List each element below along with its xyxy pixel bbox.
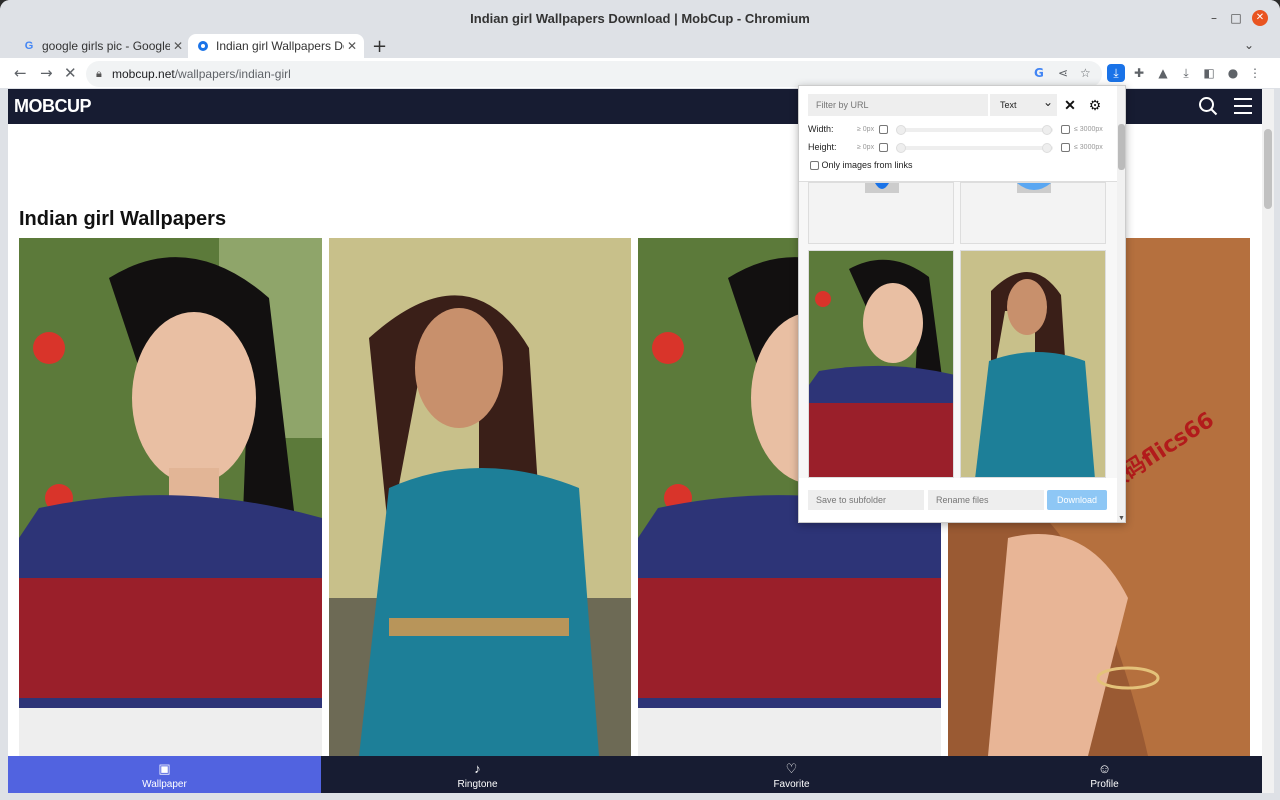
height-min-checkbox[interactable] xyxy=(879,143,888,152)
height-max-label: ≤ 3000px xyxy=(1074,144,1103,151)
user-icon: ☺ xyxy=(1097,761,1112,776)
download-button[interactable]: Download xyxy=(1047,490,1107,510)
width-max-checkbox[interactable] xyxy=(1061,125,1070,134)
height-min-label: ≥ 0px xyxy=(857,144,875,151)
height-label: Height: xyxy=(808,142,837,152)
mobcup-favicon-icon xyxy=(196,39,210,53)
back-icon[interactable]: ← xyxy=(14,64,27,82)
title-bar: Indian girl Wallpapers Download | MobCup… xyxy=(0,0,1280,36)
heart-icon: ♡ xyxy=(785,761,798,776)
image-downloader-extension-icon[interactable]: ⤓ xyxy=(1107,64,1125,82)
side-panel-icon[interactable]: ◧ xyxy=(1200,64,1218,82)
share-icon[interactable]: ⋖ xyxy=(1058,66,1068,80)
extensions-puzzle-icon[interactable]: ✚ xyxy=(1130,64,1148,82)
google-icon: G xyxy=(24,40,34,52)
site-logo[interactable]: MOBCUP xyxy=(14,96,92,117)
hamburger-menu-icon[interactable] xyxy=(1234,98,1252,114)
width-min-handle[interactable] xyxy=(896,125,906,135)
music-note-icon: ♪ xyxy=(474,761,481,776)
lock-icon: 🔒︎ xyxy=(96,67,102,80)
bookmark-star-icon[interactable]: ☆ xyxy=(1080,66,1091,80)
rename-files-input[interactable]: Rename files xyxy=(928,490,1044,510)
height-max-handle[interactable] xyxy=(1042,143,1052,153)
tab-google-search[interactable]: G google girls pic - Google S ✕ xyxy=(14,34,190,58)
width-label: Width: xyxy=(808,124,834,134)
forward-icon[interactable]: → xyxy=(40,64,53,82)
gear-icon[interactable]: ⚙ xyxy=(1086,94,1104,116)
width-min-label: ≥ 0px xyxy=(857,126,875,133)
image-card[interactable] xyxy=(808,250,954,478)
image-card[interactable] xyxy=(960,182,1106,244)
image-card[interactable] xyxy=(808,182,954,244)
filter-mode-select[interactable]: Text xyxy=(990,91,1057,116)
image-icon: ▣ xyxy=(158,761,171,776)
width-slider[interactable] xyxy=(896,125,1053,135)
tab-label: Indian girl Wallpapers Do xyxy=(216,39,344,53)
image-downloader-popup: Text ✕ ⚙ Width: ≥ 0px ≤ 3000px Height: ≥… xyxy=(798,85,1126,523)
nav-favorite[interactable]: ♡ Favorite xyxy=(635,756,948,793)
scroll-down-icon[interactable]: ▼ xyxy=(1117,515,1125,522)
menu-kebab-icon[interactable]: ⋮ xyxy=(1246,64,1264,82)
browser-window: Indian girl Wallpapers Download | MobCup… xyxy=(0,0,1280,800)
wallpaper-thumbnail[interactable] xyxy=(329,238,631,756)
popup-footer: Save to subfolder Rename files Download xyxy=(799,478,1117,522)
height-slider[interactable] xyxy=(896,143,1053,153)
width-max-handle[interactable] xyxy=(1042,125,1052,135)
width-max-label: ≤ 3000px xyxy=(1074,126,1103,133)
only-links-option[interactable]: Only images from links xyxy=(810,160,913,171)
new-tab-icon[interactable]: + xyxy=(372,36,387,57)
close-icon[interactable]: ✕ xyxy=(1252,10,1268,26)
only-links-checkbox[interactable] xyxy=(810,161,819,171)
browser-toolbar: ← → ✕ 🔒︎ mobcup.net/wallpapers/indian-gi… xyxy=(0,58,1280,88)
wallpaper-thumbnail[interactable] xyxy=(19,238,322,756)
stop-loading-icon[interactable]: ✕ xyxy=(64,64,77,82)
nav-ringtone[interactable]: ♪ Ringtone xyxy=(321,756,634,793)
filter-url-input[interactable] xyxy=(808,94,988,116)
profile-avatar-icon[interactable]: ● xyxy=(1224,64,1242,82)
flask-icon[interactable]: ▲ xyxy=(1154,64,1172,82)
popup-scrollbar-thumb[interactable] xyxy=(1118,124,1125,170)
page-title: Indian girl Wallpapers xyxy=(19,208,227,230)
height-max-checkbox[interactable] xyxy=(1061,143,1070,152)
image-grid xyxy=(799,182,1117,478)
tab-close-icon[interactable]: ✕ xyxy=(170,39,186,53)
tab-close-icon[interactable]: ✕ xyxy=(344,39,360,53)
address-bar[interactable]: 🔒︎ mobcup.net/wallpapers/indian-girl G ⋖… xyxy=(86,61,1102,87)
bottom-navigation: ▣ Wallpaper ♪ Ringtone ♡ Favorite ☺ Prof… xyxy=(8,756,1262,793)
clear-filter-icon[interactable]: ✕ xyxy=(1061,94,1079,116)
nav-wallpaper[interactable]: ▣ Wallpaper xyxy=(8,756,321,793)
scrollbar-thumb[interactable] xyxy=(1264,129,1272,209)
tab-mobcup[interactable]: Indian girl Wallpapers Do ✕ xyxy=(188,34,364,58)
search-icon[interactable] xyxy=(1198,96,1218,116)
google-translate-icon[interactable]: G xyxy=(1034,66,1044,80)
height-min-handle[interactable] xyxy=(896,143,906,153)
downloads-icon[interactable]: ⤓ xyxy=(1177,64,1195,82)
tab-search-chevron-icon[interactable]: ⌄ xyxy=(1244,38,1254,52)
window-title: Indian girl Wallpapers Download | MobCup… xyxy=(470,11,810,26)
width-min-checkbox[interactable] xyxy=(879,125,888,134)
tab-label: google girls pic - Google S xyxy=(42,39,170,53)
page-scrollbar[interactable] xyxy=(1262,89,1274,793)
subfolder-input[interactable]: Save to subfolder xyxy=(808,490,924,510)
popup-scrollbar[interactable]: ▼ xyxy=(1117,86,1125,522)
url-text: mobcup.net/wallpapers/indian-girl xyxy=(112,67,291,81)
image-card[interactable] xyxy=(960,250,1106,478)
minimize-icon[interactable]: – xyxy=(1206,10,1222,26)
nav-profile[interactable]: ☺ Profile xyxy=(948,756,1261,793)
maximize-icon[interactable]: □ xyxy=(1228,10,1244,26)
